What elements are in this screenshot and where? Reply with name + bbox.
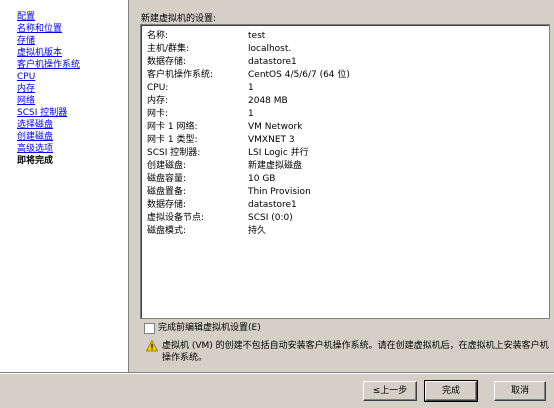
- summary-value: 1: [248, 109, 254, 119]
- wizard-step-nav: 配置 名称和位置 存储 虚拟机版本 客户机操作系统 CPU 内存 网络 SCSI…: [0, 0, 129, 372]
- summary-value: 10 GB: [248, 174, 276, 184]
- summary-value: 新建虚拟磁盘: [248, 161, 303, 171]
- summary-value: 持久: [248, 226, 267, 236]
- summary-value: datastore1: [248, 57, 297, 67]
- summary-key: 创建磁盘:: [147, 161, 187, 171]
- summary-value: VMXNET 3: [248, 135, 295, 145]
- cancel-button-label: 取消: [510, 386, 529, 396]
- summary-value: LSI Logic 并行: [248, 148, 309, 158]
- summary-value: SCSI (0:0): [248, 213, 293, 223]
- summary-key: 网卡:: [147, 109, 169, 119]
- warning-message: 虚拟机 (VM) 的创建不包括自动安装客户机操作系统。请在创建虚拟机后，在虚拟机…: [162, 341, 549, 363]
- summary-value: CentOS 4/5/6/7 (64 位): [248, 70, 350, 80]
- nav-item-storage[interactable]: 存储: [17, 35, 35, 47]
- nav-item-select-disk[interactable]: 选择磁盘: [17, 119, 53, 131]
- summary-key: 磁盘置备:: [147, 187, 187, 197]
- nav-item-memory[interactable]: 内存: [17, 83, 35, 95]
- nav-item-config[interactable]: 配置: [17, 11, 35, 23]
- summary-key: 数据存储:: [147, 57, 187, 67]
- checkbox-box[interactable]: [144, 323, 155, 334]
- summary-key: 名称:: [147, 31, 169, 41]
- finish-button-label: 完成: [441, 386, 460, 396]
- edit-settings-label: 完成前编辑虚拟机设置(E): [158, 323, 261, 333]
- nav-item-ready-to-complete: 即将完成: [17, 156, 54, 166]
- summary-value: 2048 MB: [248, 96, 288, 106]
- nav-item-vm-version[interactable]: 虚拟机版本: [17, 47, 62, 59]
- nav-item-name-location[interactable]: 名称和位置: [17, 23, 62, 35]
- summary-key: 磁盘模式:: [147, 226, 187, 236]
- settings-summary-panel[interactable]: 名称: test 主机/群集: localhost. 数据存储: datastore1…: [140, 24, 550, 319]
- summary-value: localhost.: [248, 44, 292, 54]
- nav-item-create-disk[interactable]: 创建磁盘: [17, 131, 53, 143]
- nav-item-scsi-controller[interactable]: SCSI 控制器: [17, 107, 67, 119]
- nav-item-network[interactable]: 网络: [17, 95, 35, 107]
- summary-key: 磁盘容量:: [147, 174, 187, 184]
- warning-icon: [146, 340, 158, 352]
- back-button[interactable]: ≤上一步: [363, 381, 417, 401]
- summary-title: 新建虚拟机的设置:: [141, 14, 217, 24]
- back-button-label: 上一步: [380, 386, 408, 396]
- summary-value: Thin Provision: [248, 187, 311, 197]
- summary-key: 主机/群集:: [147, 44, 190, 54]
- footer-divider: [0, 372, 554, 374]
- summary-key: 网卡 1 网络:: [147, 122, 198, 132]
- summary-value: test: [248, 31, 266, 41]
- nav-item-cpu[interactable]: CPU: [17, 71, 35, 83]
- nav-item-guest-os[interactable]: 客户机操作系统: [17, 59, 80, 71]
- summary-key: 内存:: [147, 96, 169, 106]
- nav-item-advanced-options[interactable]: 高级选项: [17, 143, 53, 155]
- summary-value: datastore1: [248, 200, 297, 210]
- summary-key: 客户机操作系统:: [147, 70, 214, 80]
- summary-value: VM Network: [248, 122, 303, 132]
- cancel-button[interactable]: 取消: [494, 381, 546, 401]
- summary-key: SCSI 控制器:: [147, 148, 201, 158]
- finish-button[interactable]: 完成: [424, 380, 478, 402]
- summary-key: 网卡 1 类型:: [147, 135, 198, 145]
- summary-key: 数据存储:: [147, 200, 187, 210]
- summary-key: 虚拟设备节点:: [147, 213, 205, 223]
- summary-value: 1: [248, 83, 254, 93]
- summary-key: CPU:: [147, 83, 169, 93]
